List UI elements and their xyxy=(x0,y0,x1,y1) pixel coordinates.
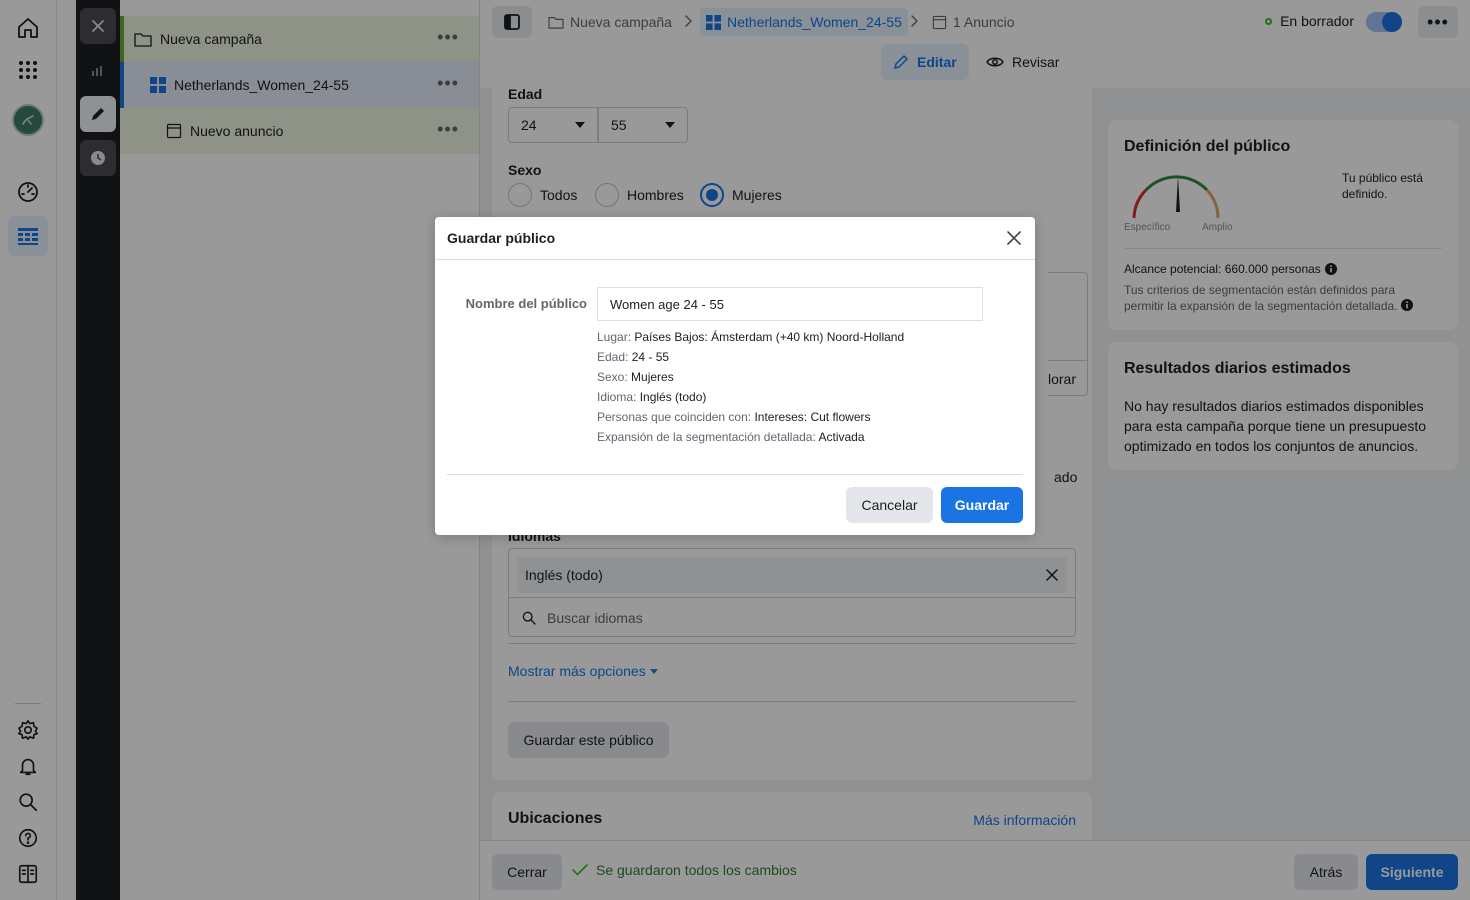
audience-name-label: Nombre del público xyxy=(465,296,587,311)
dialog-title: Guardar público xyxy=(447,230,556,246)
summary-row: Idioma: Inglés (todo) xyxy=(597,390,707,404)
summary-row: Sexo: Mujeres xyxy=(597,370,674,384)
save-button[interactable]: Guardar xyxy=(941,487,1023,523)
summary-row: Edad: 24 - 55 xyxy=(597,350,670,364)
audience-name-input[interactable]: Women age 24 - 55 xyxy=(597,287,983,321)
summary-row: Lugar: Países Bajos: Ámsterdam (+40 km) … xyxy=(597,330,905,344)
summary-row: Personas que coinciden con: Intereses: C… xyxy=(597,410,871,424)
dialog-header: Guardar público xyxy=(435,217,1035,260)
audience-summary: Lugar: Países Bajos: Ámsterdam (+40 km) … xyxy=(597,327,1017,447)
close-icon[interactable] xyxy=(1003,227,1025,249)
save-audience-dialog: Guardar público Nombre del público Women… xyxy=(435,217,1035,535)
cancel-button[interactable]: Cancelar xyxy=(846,487,933,523)
summary-row: Expansión de la segmentación detallada: … xyxy=(597,430,865,444)
dialog-divider xyxy=(447,474,1023,475)
